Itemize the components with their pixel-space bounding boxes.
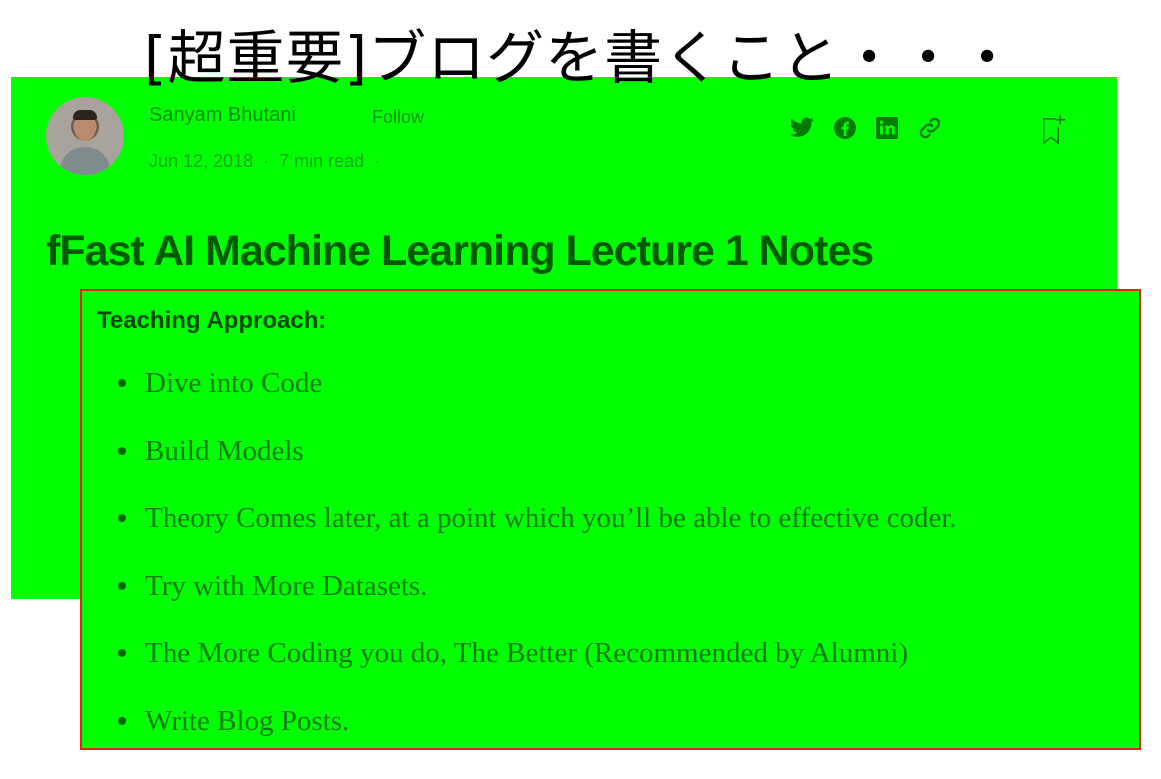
list-item-text: Build Models <box>145 434 304 467</box>
facebook-icon[interactable] <box>833 116 857 140</box>
article-title: fFast AI Machine Learning Lecture 1 Note… <box>46 227 874 275</box>
list-item: Build Models <box>82 431 957 499</box>
follow-button[interactable]: Follow <box>372 107 424 128</box>
list-item-text: Write Blog Posts. <box>145 704 350 737</box>
linkedin-icon[interactable] <box>875 116 899 140</box>
avatar-hair <box>73 110 97 120</box>
list-item: Try with More Datasets. <box>82 566 957 634</box>
share-icons <box>789 115 943 141</box>
list-item: The More Coding you do, The Better (Reco… <box>82 633 957 701</box>
notes-heading: Teaching Approach: <box>97 307 327 334</box>
bullet-icon <box>118 379 126 387</box>
bookmark-add-icon[interactable] <box>1039 113 1067 149</box>
bullet-icon <box>118 649 126 658</box>
article-meta: Jun 12, 2018 · 7 min read · <box>149 151 390 172</box>
list-item: Dive into Code <box>82 363 957 431</box>
bullet-icon <box>118 716 126 725</box>
bullet-icon <box>118 581 126 590</box>
meta-separator: · <box>263 151 270 171</box>
author-avatar[interactable] <box>46 97 124 175</box>
link-icon[interactable] <box>917 115 943 141</box>
list-item: Theory Comes later, at a point which you… <box>82 498 957 566</box>
avatar-shirt <box>60 147 110 175</box>
read-time: 7 min read <box>279 151 365 171</box>
list-item-text: Dive into Code <box>145 367 323 399</box>
list-item-text: The More Coding you do, The Better (Reco… <box>145 637 908 670</box>
bullet-icon <box>118 514 126 523</box>
author-name[interactable]: Sanyam Bhutani <box>149 104 296 127</box>
list-item-text: Try with More Datasets. <box>145 569 428 602</box>
publish-date: Jun 12, 2018 <box>149 151 254 171</box>
list-item: Write Blog Posts. <box>82 701 957 769</box>
twitter-icon[interactable] <box>789 117 815 139</box>
meta-separator-trailing: · <box>374 151 381 171</box>
bullet-icon <box>118 446 126 455</box>
list-item-text: Theory Comes later, at a point which you… <box>145 502 957 535</box>
notes-highlight-box: Teaching Approach: Dive into Code Build … <box>80 289 1141 750</box>
slide-title: [超重要]ブログを書くこと・・・ <box>143 24 1018 92</box>
notes-list: Dive into Code Build Models Theory Comes… <box>82 363 957 769</box>
